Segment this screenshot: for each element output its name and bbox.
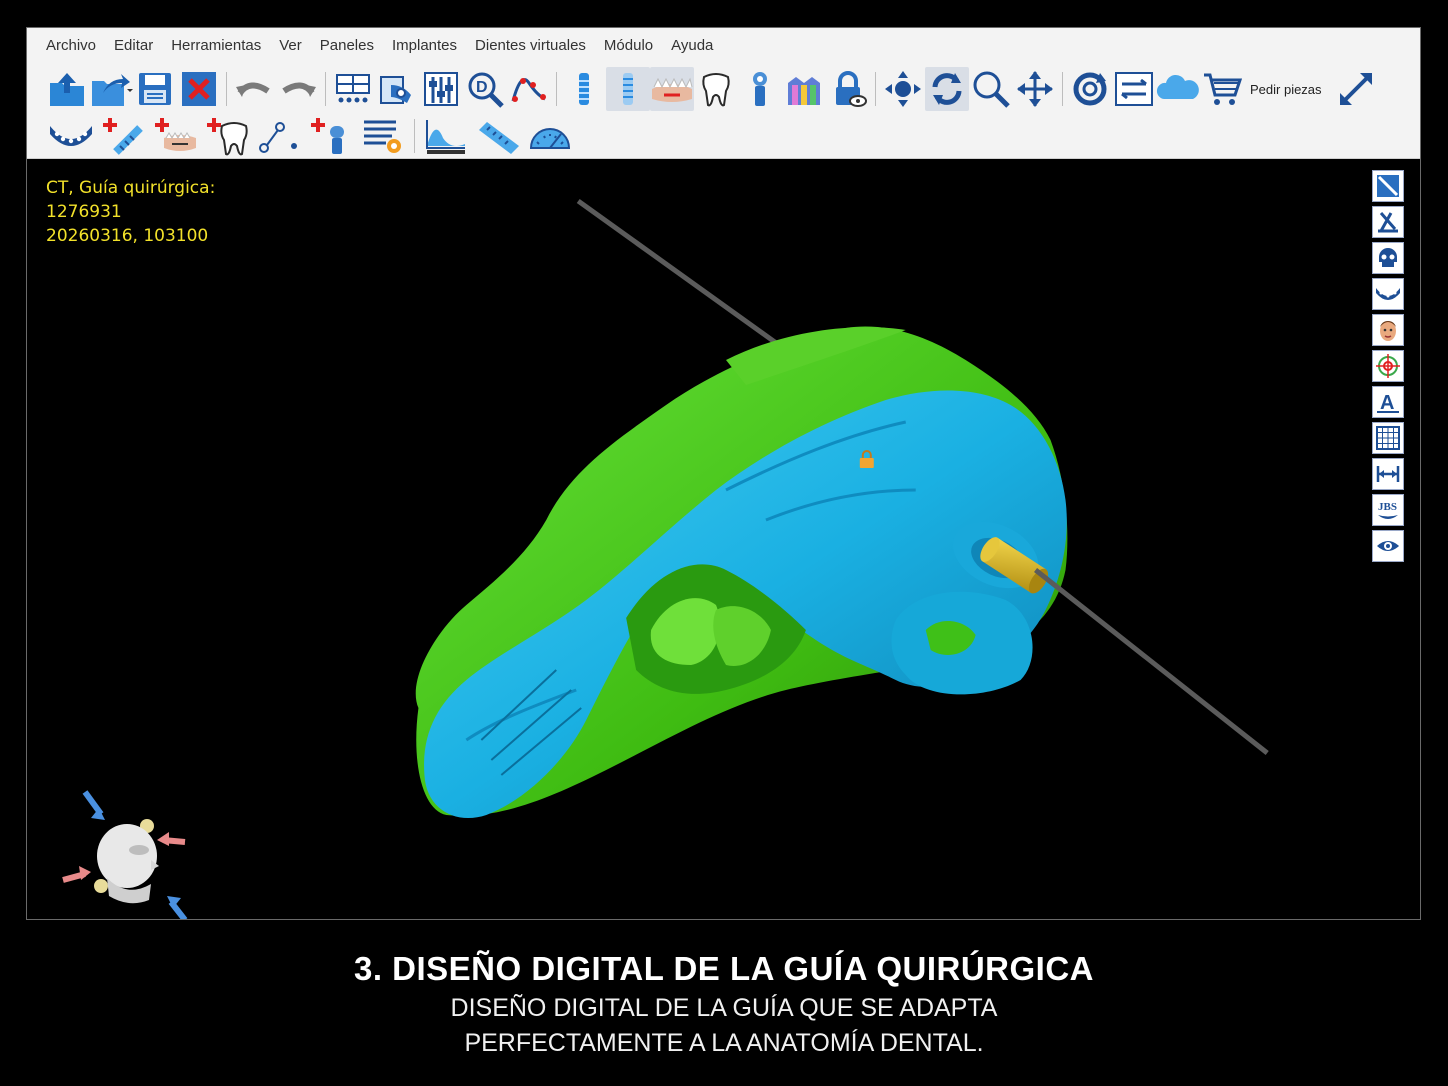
toolbar-separator: [325, 72, 326, 106]
center-icon[interactable]: [881, 67, 925, 111]
skull-icon[interactable]: [1372, 242, 1404, 274]
toolbar-separator: [1062, 72, 1063, 106]
case-type-text: CT, Guía quirúrgica:: [46, 178, 216, 198]
slice-icon[interactable]: [1372, 170, 1404, 202]
toolbar-separator: [414, 119, 415, 153]
svg-text:D: D: [476, 79, 488, 96]
settings-list-icon[interactable]: [357, 116, 409, 156]
open-icon[interactable]: [45, 67, 89, 111]
toolbar-separator: [875, 72, 876, 106]
add-jaw-icon[interactable]: [149, 116, 201, 156]
add-sleeve-icon[interactable]: [305, 116, 357, 156]
slide-description-line-1: DISEÑO DIGITAL DE LA GUÍA QUE SE ADAPTA: [450, 994, 998, 1022]
arrow-head-icon: [167, 896, 181, 908]
menu-editar[interactable]: Editar: [105, 28, 162, 64]
add-tooth-icon[interactable]: [201, 116, 253, 156]
slide-title: 3. DISEÑO DIGITAL DE LA GUÍA QUIRÚRGICA: [353, 950, 1095, 987]
face-icon[interactable]: [1372, 314, 1404, 346]
jaw-icon[interactable]: [650, 67, 694, 111]
rotate-icon[interactable]: [925, 67, 969, 111]
arrow-head-icon: [79, 866, 91, 880]
arrow-head-icon: [91, 808, 105, 820]
head-model-icon: [97, 824, 159, 904]
arch-view-icon[interactable]: [1372, 278, 1404, 310]
fullscreen-icon[interactable]: [1334, 67, 1378, 111]
menu-bar: Archivo Editar Herramientas Ver Paneles …: [27, 28, 1420, 64]
implant-axis-line: [576, 198, 788, 353]
lock-view-icon[interactable]: [826, 67, 870, 111]
order-parts-button[interactable]: Pedir piezas: [1250, 82, 1322, 97]
menu-paneles[interactable]: Paneles: [311, 28, 383, 64]
case-id-text: 1276931: [46, 202, 122, 222]
implant-icon[interactable]: [562, 67, 606, 111]
arrow-head-icon: [157, 832, 169, 846]
sliders-icon[interactable]: [419, 67, 463, 111]
view-side-toolbar: A JBS: [1372, 170, 1404, 562]
undo-icon[interactable]: [232, 67, 276, 111]
menu-ayuda[interactable]: Ayuda: [662, 28, 722, 64]
abutment-icon[interactable]: [738, 67, 782, 111]
menu-ver[interactable]: Ver: [270, 28, 311, 64]
main-toolbar: D Pedir piezas: [27, 64, 1420, 114]
menu-herramientas[interactable]: Herramientas: [162, 28, 270, 64]
add-point-icon[interactable]: [253, 116, 305, 156]
cart-icon[interactable]: [1200, 67, 1244, 111]
spin-icon[interactable]: [1068, 67, 1112, 111]
3d-viewport[interactable]: CT, Guía quirúrgica: 1276931 20260316, 1…: [27, 160, 1420, 920]
case-timestamp-text: 20260316, 103100: [46, 226, 209, 246]
measure-icon[interactable]: [1372, 458, 1404, 490]
model-icon[interactable]: [782, 67, 826, 111]
case-info-overlay: CT, Guía quirúrgica: 1276931 20260316, 1…: [46, 176, 215, 248]
target-icon[interactable]: [1372, 350, 1404, 382]
toolbar-separator: [226, 72, 227, 106]
svg-text:JBS: JBS: [1378, 501, 1397, 513]
menu-archivo[interactable]: Archivo: [37, 28, 105, 64]
arch-icon[interactable]: [45, 116, 97, 156]
app-window: Archivo Editar Herramientas Ver Paneles …: [26, 27, 1421, 920]
slide-description-line-2: PERFECTAMENTE A LA ANATOMÍA DENTAL.: [464, 1029, 984, 1057]
secondary-toolbar: [27, 114, 1420, 159]
histogram-icon[interactable]: [420, 116, 472, 156]
curve-icon[interactable]: [507, 67, 551, 111]
grid-icon[interactable]: [1372, 422, 1404, 454]
text-icon[interactable]: A: [1372, 386, 1404, 418]
eye-icon[interactable]: [1372, 530, 1404, 562]
toolbar-separator: [556, 72, 557, 106]
logo-icon[interactable]: JBS: [1372, 494, 1404, 526]
zoom-d-icon[interactable]: D: [463, 67, 507, 111]
tooth-icon[interactable]: [694, 67, 738, 111]
close-icon[interactable]: [177, 67, 221, 111]
menu-dientes-virtuales[interactable]: Dientes virtuales: [466, 28, 595, 64]
add-implant-icon[interactable]: [97, 116, 149, 156]
implant-axis-line-front: [1034, 568, 1269, 755]
import-icon[interactable]: [89, 67, 133, 111]
ruler-icon[interactable]: [472, 116, 524, 156]
menu-modulo[interactable]: Módulo: [595, 28, 662, 64]
pan-icon[interactable]: [1013, 67, 1057, 111]
redo-icon[interactable]: [276, 67, 320, 111]
guide-3d-model[interactable]: [27, 160, 1420, 920]
cloud-icon[interactable]: [1156, 67, 1200, 111]
axis-icon[interactable]: [1372, 206, 1404, 238]
layout-icon[interactable]: [331, 67, 375, 111]
marker-dot: [94, 879, 108, 893]
orientation-widget[interactable]: [55, 790, 195, 920]
swap-icon[interactable]: [1112, 67, 1156, 111]
svg-text:A: A: [1380, 392, 1394, 414]
menu-implantes[interactable]: Implantes: [383, 28, 466, 64]
zoom-icon[interactable]: [969, 67, 1013, 111]
scan-icon[interactable]: [375, 67, 419, 111]
save-icon[interactable]: [133, 67, 177, 111]
protractor-icon[interactable]: [524, 116, 576, 156]
implant-outline-icon[interactable]: [606, 67, 650, 111]
